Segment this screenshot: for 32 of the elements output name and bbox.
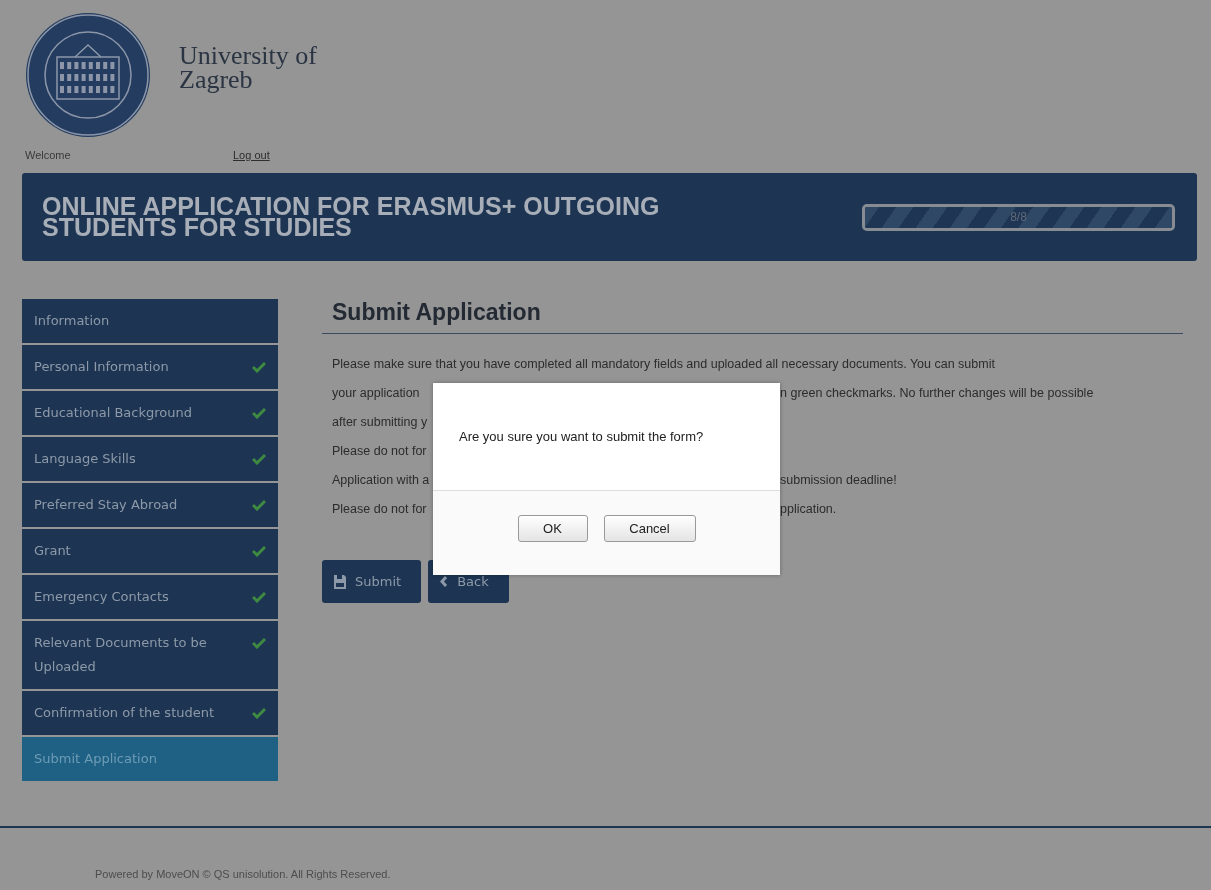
ok-button[interactable]: OK xyxy=(517,515,588,542)
sidebar-item[interactable]: Relevant Documents to be Uploaded xyxy=(22,621,278,689)
sidebar-item[interactable]: Information xyxy=(22,299,278,343)
instruction-text: your application xyxy=(332,385,421,402)
instruction-text: Please do not for xyxy=(332,501,428,518)
instruction-text: pplication. xyxy=(780,501,838,518)
submit-button[interactable]: Submit xyxy=(322,560,422,603)
sidebar-item[interactable]: Personal Information xyxy=(22,345,278,389)
page-heading: Submit Application xyxy=(322,299,1183,334)
instruction-text: after submitting y xyxy=(332,414,429,431)
chevron-left-icon xyxy=(440,576,449,587)
application-title: ONLINE APPLICATION FOR ERASMUS+ OUTGOING STUDENTS FOR STUDIES xyxy=(42,196,661,238)
welcome-text: Welcome xyxy=(25,149,72,161)
sidebar-item[interactable]: Educational Background xyxy=(22,391,278,435)
cancel-button[interactable]: Cancel xyxy=(603,515,696,542)
sidebar-item[interactable]: Preferred Stay Abroad xyxy=(22,483,278,527)
progress-label: 8/8 xyxy=(1010,210,1027,224)
footer-text: Powered by MoveON © QS unisolution. All Rights Reserved. xyxy=(95,868,391,880)
logout-link[interactable]: Log out xyxy=(233,149,270,161)
instruction-text: Please do not for xyxy=(332,443,428,460)
instruction-text: Please make sure that you have completed all mandatory fields and uploaded all necessary documents. You can submit xyxy=(332,356,996,373)
sidebar-item[interactable]: Language Skills xyxy=(22,437,278,481)
instruction-text: submission deadline! xyxy=(780,472,898,489)
sidebar-item[interactable]: Grant xyxy=(22,529,278,573)
dialog-message: Are you sure you want to submit the form? xyxy=(433,383,780,490)
sidebar-item[interactable]: Submit Application xyxy=(22,737,278,781)
instruction-text: Application with a xyxy=(332,472,431,489)
university-name: Zagreb xyxy=(179,68,253,92)
sidebar-item[interactable]: Emergency Contacts xyxy=(22,575,278,619)
sidebar-item[interactable]: Confirmation of the student xyxy=(22,691,278,735)
university-name: University of xyxy=(179,44,317,68)
instruction-text: n green checkmarks. No further changes will be possible xyxy=(780,385,1095,402)
